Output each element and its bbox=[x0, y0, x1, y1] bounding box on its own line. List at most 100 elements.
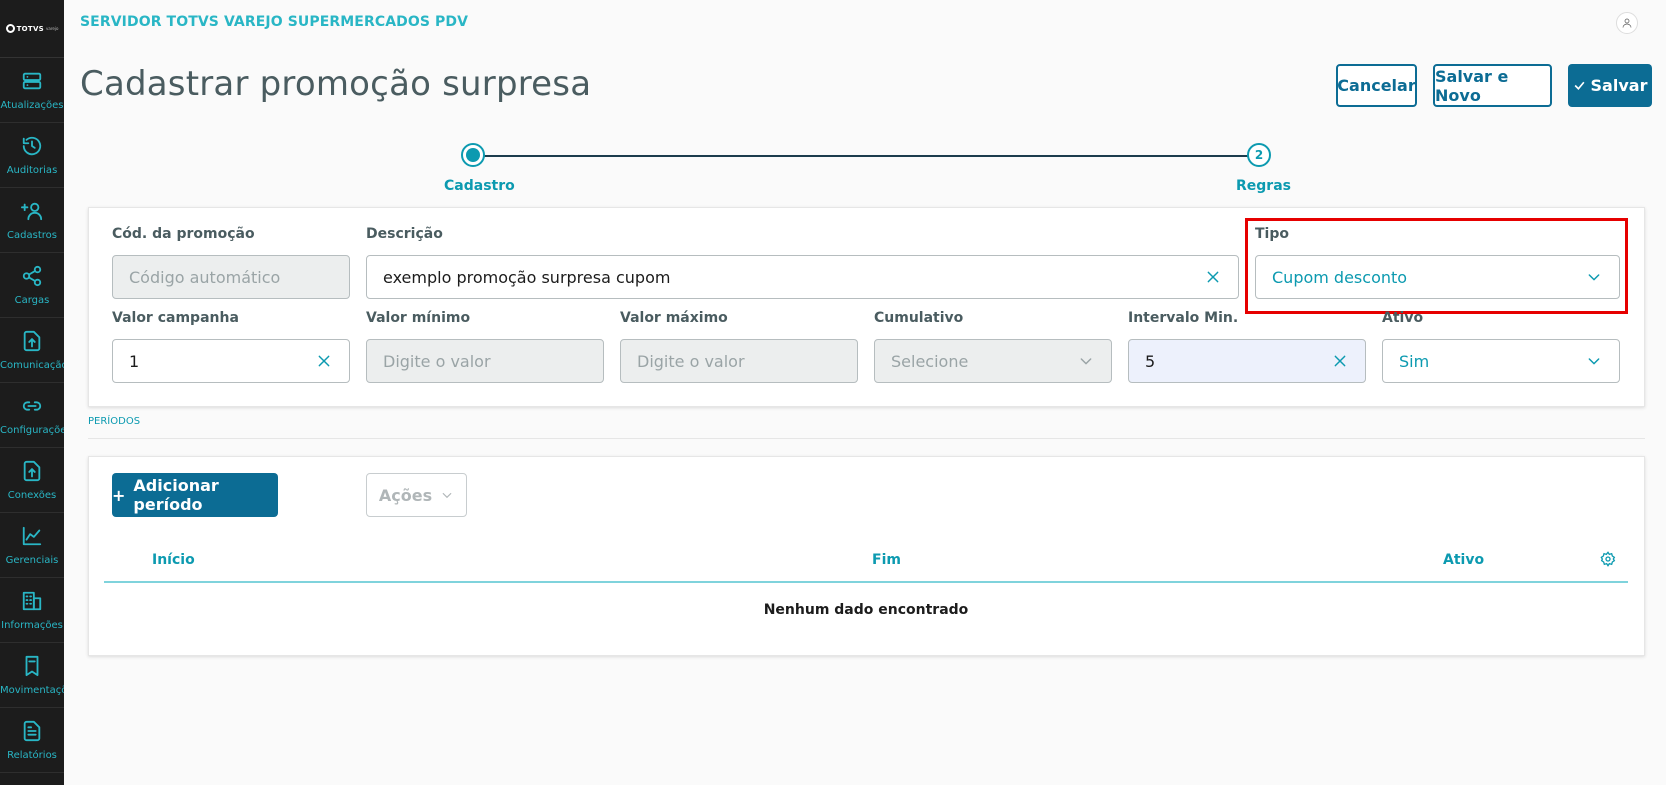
intervalo-min-value: 5 bbox=[1145, 351, 1156, 371]
sidebar-item-conexoes[interactable]: Conexões bbox=[0, 448, 64, 513]
sidebar-item-label: Relatórios bbox=[7, 749, 57, 761]
valor-maximo-input: Digite o valor bbox=[620, 339, 858, 383]
cumulativo-select: Selecione bbox=[874, 339, 1112, 383]
descricao-input[interactable]: exemplo promoção surpresa cupom bbox=[366, 255, 1239, 299]
cancel-button[interactable]: Cancelar bbox=[1336, 64, 1417, 107]
book-icon bbox=[25, 655, 39, 676]
sidebar-item-atualizacoes[interactable]: Atualizações bbox=[0, 58, 64, 123]
sidebar-item-label: Gerenciais bbox=[5, 554, 59, 566]
clear-icon[interactable] bbox=[1204, 268, 1222, 286]
sidebar: TOTVS varejo Atualizações Auditorias Cad… bbox=[0, 0, 64, 785]
page-title: Cadastrar promoção surpresa bbox=[80, 64, 592, 104]
history-icon bbox=[22, 136, 42, 155]
actions-dropdown[interactable]: Ações bbox=[366, 473, 467, 517]
sidebar-item-gerenciais[interactable]: Gerenciais bbox=[0, 513, 64, 578]
valor-minimo-placeholder: Digite o valor bbox=[383, 351, 491, 371]
empty-state-text: Nenhum dado encontrado bbox=[763, 602, 969, 618]
sidebar-item-cadastros[interactable]: Cadastros bbox=[0, 188, 64, 253]
valor-maximo-placeholder: Digite o valor bbox=[637, 351, 745, 371]
gear-icon bbox=[1600, 551, 1616, 567]
actions-label: Ações bbox=[378, 485, 433, 505]
link-icon bbox=[22, 400, 42, 411]
save-button-label: Salvar bbox=[1590, 76, 1648, 95]
valor-maximo-label: Valor máximo bbox=[620, 310, 728, 326]
sidebar-item-label: Informações bbox=[1, 619, 63, 631]
sidebar-item-informacoes[interactable]: Informações bbox=[0, 578, 64, 643]
sidebar-item-label: Cadastros bbox=[7, 229, 57, 241]
section-divider bbox=[88, 438, 1645, 439]
valor-minimo-input: Digite o valor bbox=[366, 339, 604, 383]
table-settings-button[interactable] bbox=[1600, 551, 1618, 569]
save-and-new-button[interactable]: Salvar e Novo bbox=[1433, 64, 1552, 107]
valor-campanha-input[interactable]: 1 bbox=[112, 339, 350, 383]
share-icon bbox=[22, 265, 42, 286]
plus-icon: + bbox=[112, 485, 126, 505]
document-icon bbox=[23, 720, 41, 741]
table-header-divider bbox=[104, 581, 1628, 583]
step-1-indicator[interactable] bbox=[461, 143, 485, 167]
cod-promocao-placeholder: Código automático bbox=[129, 267, 281, 287]
intervalo-min-input[interactable]: 5 bbox=[1128, 339, 1366, 383]
chevron-down-icon bbox=[1077, 352, 1095, 370]
stepper-line bbox=[473, 155, 1250, 157]
step-2-label[interactable]: Regras bbox=[1236, 178, 1291, 194]
check-icon bbox=[1574, 81, 1584, 90]
add-period-button[interactable]: + Adicionar período bbox=[112, 473, 278, 517]
add-user-icon bbox=[21, 202, 43, 220]
cumulativo-placeholder: Selecione bbox=[891, 351, 969, 371]
column-header-inicio[interactable]: Início bbox=[152, 552, 195, 568]
step-2-number: 2 bbox=[1254, 148, 1264, 162]
intervalo-min-label: Intervalo Min. bbox=[1128, 310, 1239, 326]
valor-campanha-label: Valor campanha bbox=[112, 310, 239, 326]
highlight-box bbox=[1245, 218, 1628, 314]
logo-text: TOTVS bbox=[16, 24, 45, 33]
ativo-value: Sim bbox=[1399, 351, 1430, 371]
server-icon bbox=[22, 72, 42, 89]
valor-minimo-label: Valor mínimo bbox=[366, 310, 471, 326]
logo-subtext: varejo bbox=[46, 26, 59, 31]
cod-promocao-field: Código automático bbox=[112, 255, 350, 299]
ativo-select[interactable]: Sim bbox=[1382, 339, 1620, 383]
user-icon bbox=[1622, 18, 1632, 28]
clear-icon[interactable] bbox=[1331, 352, 1349, 370]
chevron-down-icon bbox=[1585, 352, 1603, 370]
descricao-value: exemplo promoção surpresa cupom bbox=[383, 267, 671, 287]
step-2-indicator[interactable]: 2 bbox=[1247, 143, 1271, 167]
cumulativo-label: Cumulativo bbox=[874, 310, 964, 326]
add-period-label: Adicionar período bbox=[133, 476, 219, 514]
upload-file-icon bbox=[23, 460, 41, 481]
sidebar-item-cargas[interactable]: Cargas bbox=[0, 253, 64, 318]
ativo-label: Ativo bbox=[1382, 310, 1424, 326]
sidebar-item-label: Auditorias bbox=[6, 164, 58, 176]
descricao-label: Descrição bbox=[366, 226, 443, 242]
sidebar-item-label: Movimentações bbox=[0, 684, 64, 696]
sidebar-item-label: Configurações bbox=[0, 424, 64, 436]
user-avatar[interactable] bbox=[1616, 12, 1638, 34]
periods-table: Início Fim Ativo Nenhum dado encontrado bbox=[104, 538, 1628, 640]
sidebar-item-comunicacao[interactable]: Comunicação bbox=[0, 318, 64, 383]
sidebar-item-label: Conexões bbox=[7, 489, 57, 501]
logo-mark-icon bbox=[5, 24, 15, 33]
save-button[interactable]: Salvar bbox=[1568, 64, 1652, 107]
chevron-down-icon bbox=[442, 492, 452, 499]
clear-icon[interactable] bbox=[315, 352, 333, 370]
column-header-ativo[interactable]: Ativo bbox=[1443, 552, 1484, 568]
column-header-fim[interactable]: Fim bbox=[872, 552, 901, 568]
periodos-section-label: PERÍODOS bbox=[88, 416, 141, 427]
sidebar-item-movimentacoes[interactable]: Movimentações bbox=[0, 643, 64, 708]
sidebar-item-label: Atualizações bbox=[0, 99, 64, 111]
sidebar-item-label: Comunicação bbox=[0, 359, 64, 371]
totvs-logo[interactable]: TOTVS varejo bbox=[0, 0, 64, 58]
building-icon bbox=[22, 591, 42, 610]
sidebar-item-configuracoes[interactable]: Configurações bbox=[0, 383, 64, 448]
sidebar-item-relatorios[interactable]: Relatórios bbox=[0, 708, 64, 773]
sidebar-item-label: Cargas bbox=[14, 294, 50, 306]
valor-campanha-value: 1 bbox=[129, 351, 140, 371]
step-1-label[interactable]: Cadastro bbox=[444, 178, 515, 194]
app-title: SERVIDOR TOTVS VAREJO SUPERMERCADOS PDV bbox=[80, 14, 469, 30]
step-active-dot bbox=[466, 148, 480, 162]
sidebar-item-auditorias[interactable]: Auditorias bbox=[0, 123, 64, 188]
upload-file-icon bbox=[23, 330, 41, 351]
cod-promocao-label: Cód. da promoção bbox=[112, 226, 255, 242]
chart-icon bbox=[22, 526, 42, 545]
